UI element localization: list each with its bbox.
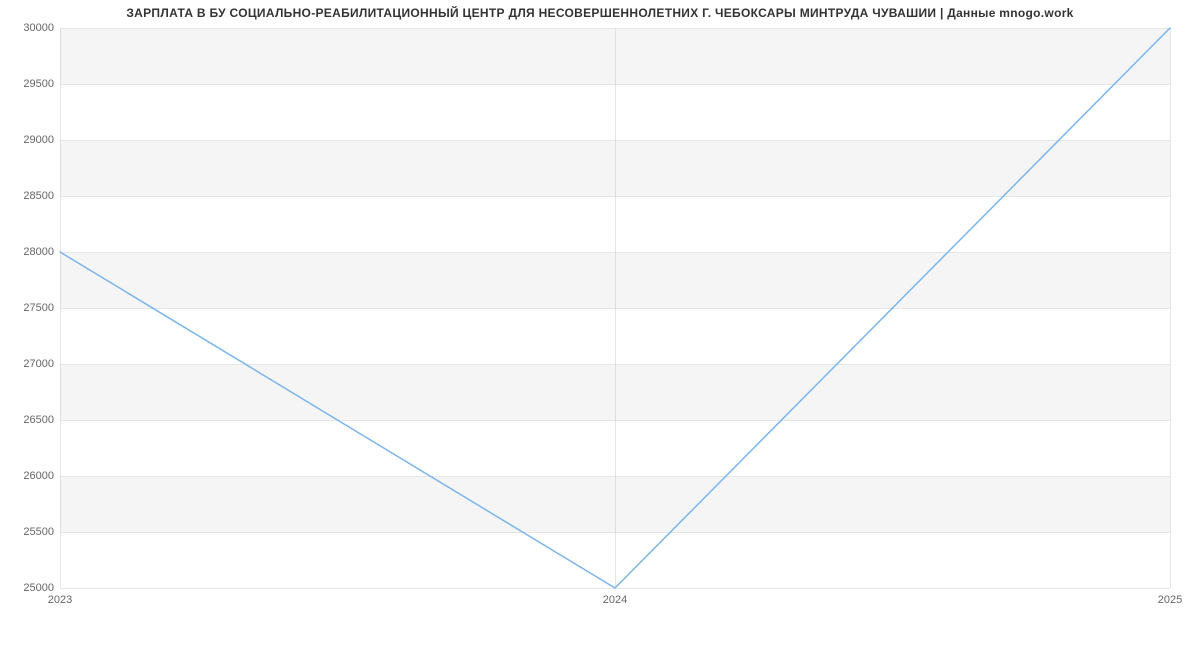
- y-tick-label: 25000: [4, 582, 54, 594]
- plot-area: [60, 28, 1170, 588]
- x-tick-label: 2025: [1158, 594, 1182, 606]
- y-tick-label: 28500: [4, 190, 54, 202]
- y-tick-label: 28000: [4, 246, 54, 258]
- y-tick-label: 29000: [4, 134, 54, 146]
- y-tick-label: 30000: [4, 22, 54, 34]
- x-tick-label: 2023: [48, 594, 72, 606]
- y-tick-label: 27500: [4, 302, 54, 314]
- salary-line-chart: ЗАРПЛАТА В БУ СОЦИАЛЬНО-РЕАБИЛИТАЦИОННЫЙ…: [0, 0, 1200, 650]
- x-tick-label: 2024: [603, 594, 627, 606]
- y-tick-label: 27000: [4, 358, 54, 370]
- y-tick-label: 29500: [4, 78, 54, 90]
- line-series: [60, 28, 1170, 588]
- y-tick-label: 25500: [4, 526, 54, 538]
- y-tick-label: 26000: [4, 470, 54, 482]
- chart-title: ЗАРПЛАТА В БУ СОЦИАЛЬНО-РЕАБИЛИТАЦИОННЫЙ…: [0, 6, 1200, 20]
- y-tick-label: 26500: [4, 414, 54, 426]
